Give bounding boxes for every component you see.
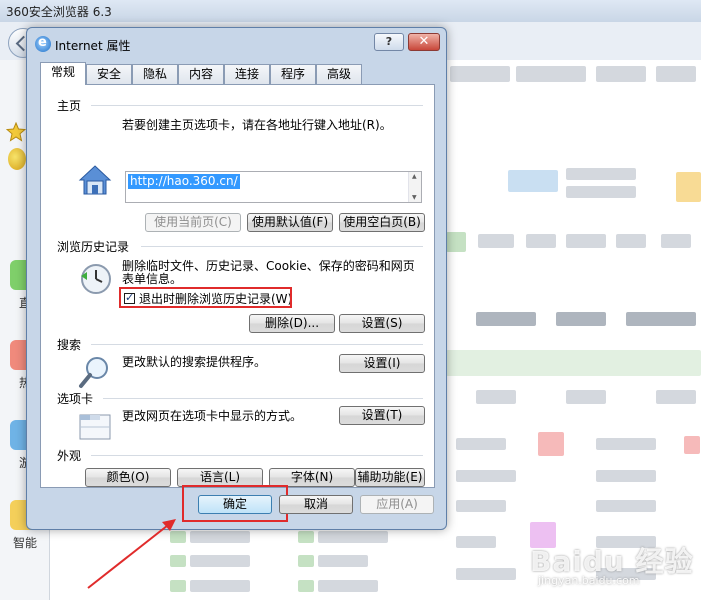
browser-content-blurred	[446, 60, 701, 600]
search-section-label: 搜索	[57, 338, 82, 352]
section-divider	[91, 344, 423, 345]
favorites-star-icon[interactable]	[5, 121, 27, 142]
ie-icon	[35, 35, 51, 52]
tab-content[interactable]: 内容	[178, 64, 224, 84]
search-settings-button[interactable]: 设置(I)	[339, 354, 425, 373]
history-settings-button[interactable]: 设置(S)	[339, 314, 425, 333]
browser-title-bar: 360安全浏览器 6.3	[0, 0, 701, 22]
section-divider	[103, 398, 423, 399]
history-description-line2: 表单信息。	[122, 272, 183, 286]
history-section-label: 浏览历史记录	[57, 240, 130, 254]
tab-general[interactable]: 常规	[40, 62, 86, 85]
search-description: 更改默认的搜索提供程序。	[122, 355, 267, 369]
internet-properties-dialog: Internet 属性 ? ✕ 常规 安全 隐私 内容 连接 程序 高级 主页 …	[26, 27, 447, 530]
homepage-description: 若要创建主页选项卡，请在各地址行键入地址(R)。	[122, 118, 392, 132]
use-default-button[interactable]: 使用默认值(F)	[247, 213, 333, 232]
homepage-section-label: 主页	[57, 99, 82, 113]
tab-advanced[interactable]: 高级	[316, 64, 362, 84]
section-divider	[91, 455, 423, 456]
homepage-url-value: http://hao.360.cn/	[128, 174, 240, 189]
appearance-section-label: 外观	[57, 449, 82, 463]
help-button[interactable]: ?	[374, 33, 404, 51]
tabs-settings-button[interactable]: 设置(T)	[339, 406, 425, 425]
rail-label: 智能	[12, 536, 37, 550]
history-clock-icon	[81, 264, 111, 294]
watermark-url: jingyan.baidu.com	[538, 574, 640, 587]
search-magnifier-icon	[79, 357, 108, 388]
highlight-frame-checkbox	[119, 287, 292, 308]
highlight-frame-ok	[182, 485, 288, 522]
cancel-button[interactable]: 取消	[279, 495, 353, 514]
accessibility-button[interactable]: 辅助功能(E)	[355, 468, 425, 487]
apply-button[interactable]: 应用(A)	[360, 495, 434, 514]
colors-button[interactable]: 颜色(O)	[85, 468, 171, 487]
user-avatar-icon[interactable]	[8, 148, 26, 170]
dialog-title: Internet 属性	[55, 39, 131, 53]
tab-privacy[interactable]: 隐私	[132, 64, 178, 84]
tab-security[interactable]: 安全	[86, 64, 132, 84]
baidu-watermark-logo: Baidu 经验 jingyan.baidu.com	[530, 540, 695, 590]
close-button[interactable]: ✕	[408, 33, 440, 51]
browser-bottom-links	[50, 525, 446, 600]
delete-history-button[interactable]: 删除(D)...	[249, 314, 335, 333]
section-divider	[141, 246, 423, 247]
homepage-url-field[interactable]: http://hao.360.cn/	[125, 171, 422, 203]
tab-programs[interactable]: 程序	[270, 64, 316, 84]
general-tab-panel: 主页 若要创建主页选项卡，请在各地址行键入地址(R)。 http://hao.3…	[40, 84, 435, 488]
tabs-description: 更改网页在选项卡中显示的方式。	[122, 409, 303, 423]
home-icon	[78, 165, 112, 195]
tabs-window-icon	[79, 414, 111, 440]
tabs-section-label: 选项卡	[57, 392, 94, 406]
tab-connections[interactable]: 连接	[224, 64, 270, 84]
section-divider	[91, 105, 423, 106]
use-blank-button[interactable]: 使用空白页(B)	[339, 213, 425, 232]
dialog-title-bar[interactable]: Internet 属性 ? ✕	[27, 28, 446, 58]
use-current-button[interactable]: 使用当前页(C)	[145, 213, 241, 232]
url-scrollbar[interactable]	[408, 172, 421, 202]
browser-title: 360安全浏览器 6.3	[6, 5, 112, 19]
